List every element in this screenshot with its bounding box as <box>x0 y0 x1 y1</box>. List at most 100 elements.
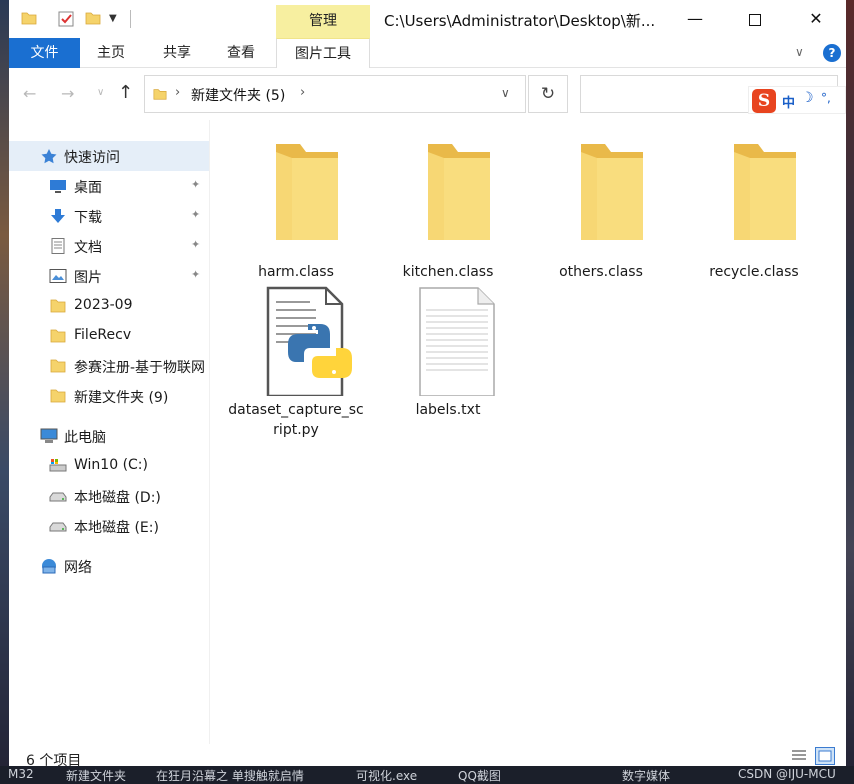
toolbar-separator <box>130 10 131 28</box>
sidebar-item-label: 桌面 <box>74 180 102 196</box>
watermark: CSDN @IJU-MCU <box>738 767 836 781</box>
taskbar-item[interactable]: 新建文件夹 <box>66 767 126 784</box>
sidebar-item-label: 网络 <box>64 560 92 576</box>
desktop-background-left <box>0 0 9 784</box>
sidebar-item-competition-folder[interactable]: 参赛注册-基于物联网 <box>9 351 209 381</box>
file-name-label: labels.txt <box>415 402 481 418</box>
refresh-button[interactable]: ↻ <box>528 75 568 113</box>
window-title: C:\Users\Administrator\Desktop\新... <box>384 12 656 30</box>
tab-view[interactable]: 查看 <box>216 38 266 68</box>
ime-language-toggle[interactable]: 中 <box>782 92 795 111</box>
customize-toolbar-dropdown-icon[interactable]: ▼ <box>109 13 117 24</box>
breadcrumb-chevron-icon[interactable]: › <box>300 85 305 100</box>
new-folder-icon[interactable] <box>85 10 101 30</box>
folder-icon <box>49 328 67 344</box>
ime-toolbar[interactable]: S 中 ☽ °, <box>748 86 846 114</box>
folder-icon <box>49 388 67 404</box>
file-item-labels-txt[interactable]: labels.txt <box>380 280 516 420</box>
file-item-others-class[interactable]: others.class <box>533 130 669 280</box>
file-name-label: harm.class <box>258 264 334 280</box>
sidebar-item-label: 参赛注册-基于物联网 <box>74 360 206 376</box>
sidebar-item-label: 新建文件夹 (9) <box>74 390 169 406</box>
tab-share[interactable]: 共享 <box>152 38 202 68</box>
large-icons-view-button[interactable] <box>815 747 835 765</box>
file-name-label: kitchen.class <box>402 264 494 280</box>
sidebar-item-drive-e[interactable]: 本地磁盘 (E:) <box>9 511 209 541</box>
properties-check-icon[interactable] <box>57 10 75 32</box>
drive-icon <box>49 488 67 504</box>
taskbar-item[interactable]: 在狂月沿幕之 单搜触就启情 <box>156 767 304 784</box>
punctuation-toggle[interactable]: °, <box>821 91 831 105</box>
folder-icon <box>153 87 167 105</box>
file-item-harm-class[interactable]: harm.class <box>228 130 364 280</box>
desktop-background-right <box>846 0 854 784</box>
file-item-dataset-capture-script[interactable]: dataset_capture_script.py <box>228 280 364 450</box>
address-bar[interactable]: › 新建文件夹 (5) › ∨ <box>144 75 526 113</box>
taskbar-item[interactable]: 数字媒体 <box>622 767 670 784</box>
network-icon <box>40 558 58 574</box>
computer-icon <box>40 428 58 444</box>
pictures-icon <box>49 268 67 284</box>
tab-picture-tools[interactable]: 图片工具 <box>276 38 370 68</box>
maximize-button[interactable] <box>725 0 785 38</box>
details-view-button[interactable] <box>789 747 809 765</box>
sidebar-item-desktop[interactable]: 桌面 ✦ <box>9 171 209 201</box>
up-button[interactable]: ↑ <box>118 82 133 103</box>
moon-icon[interactable]: ☽ <box>801 90 814 106</box>
taskbar-item[interactable]: QQ截图 <box>458 767 501 784</box>
file-name-label: others.class <box>559 264 643 280</box>
back-button[interactable]: ← <box>23 84 36 103</box>
sidebar-item-label: 图片 <box>74 270 102 286</box>
sidebar-item-label: 快速访问 <box>64 150 120 166</box>
explorer-window: ▼ 管理 C:\Users\Administrator\Desktop\新...… <box>9 0 846 769</box>
sidebar-item-pictures[interactable]: 图片 ✦ <box>9 261 209 291</box>
sidebar-item-downloads[interactable]: 下载 ✦ <box>9 201 209 231</box>
breadcrumb-current-folder[interactable]: 新建文件夹 (5) <box>191 85 285 105</box>
sidebar-item-this-pc[interactable]: 此电脑 <box>9 421 209 451</box>
sidebar-item-2023-09[interactable]: 2023-09 <box>9 291 209 321</box>
folder-icon <box>581 144 643 240</box>
file-name-label: dataset_capture_script.py <box>228 402 364 438</box>
minimize-button[interactable]: — <box>665 0 725 38</box>
folder-icon <box>276 144 338 240</box>
file-item-kitchen-class[interactable]: kitchen.class <box>380 130 516 280</box>
folder-icon <box>734 144 796 240</box>
navigation-pane: 快速访问 桌面 ✦ 下载 ✦ 文档 ✦ 图片 ✦ 2023-09 FileRec… <box>9 126 209 744</box>
taskbar: M32 新建文件夹 在狂月沿幕之 单搜触就启情 可视化.exe QQ截图 数字媒… <box>0 766 854 784</box>
folder-icon <box>428 144 490 240</box>
pin-icon[interactable]: ✦ <box>191 238 200 251</box>
expand-ribbon-icon[interactable]: ∨ <box>795 45 804 59</box>
help-icon[interactable]: ? <box>823 44 841 62</box>
sidebar-item-new-folder-9[interactable]: 新建文件夹 (9) <box>9 381 209 411</box>
pin-icon[interactable]: ✦ <box>191 178 200 191</box>
taskbar-item[interactable]: 可视化.exe <box>356 767 417 784</box>
document-icon <box>49 238 67 254</box>
sidebar-item-network[interactable]: 网络 <box>9 551 209 581</box>
sidebar-item-drive-c[interactable]: Win10 (C:) <box>9 451 209 481</box>
sidebar-item-label: 此电脑 <box>64 430 106 446</box>
recent-locations-icon[interactable]: ∨ <box>97 87 104 98</box>
folder-icon <box>49 298 67 314</box>
manage-tab[interactable]: 管理 <box>276 5 370 38</box>
quick-access-folder-icon[interactable] <box>21 10 37 30</box>
status-bar: 6 个项目 <box>9 744 846 769</box>
close-button[interactable]: ✕ <box>786 0 846 38</box>
taskbar-item[interactable]: M32 <box>8 767 34 781</box>
file-item-recycle-class[interactable]: recycle.class <box>686 130 822 280</box>
ribbon-tabs: 文件 主页 共享 查看 图片工具 ∨ ? <box>9 38 846 68</box>
address-dropdown-icon[interactable]: ∨ <box>501 86 510 100</box>
breadcrumb-separator[interactable]: › <box>175 85 180 100</box>
sidebar-item-documents[interactable]: 文档 ✦ <box>9 231 209 261</box>
forward-button[interactable]: → <box>61 84 74 103</box>
tab-file[interactable]: 文件 <box>9 38 80 68</box>
sidebar-item-filerecv[interactable]: FileRecv <box>9 321 209 351</box>
star-icon <box>40 148 58 164</box>
sidebar-item-label: 本地磁盘 (E:) <box>74 520 159 536</box>
sidebar-item-quick-access[interactable]: 快速访问 <box>9 141 209 171</box>
sidebar-item-drive-d[interactable]: 本地磁盘 (D:) <box>9 481 209 511</box>
pin-icon[interactable]: ✦ <box>191 268 200 281</box>
pin-icon[interactable]: ✦ <box>191 208 200 221</box>
sogou-logo-icon: S <box>752 89 776 113</box>
tab-home[interactable]: 主页 <box>86 38 136 68</box>
python-file-icon <box>266 286 352 396</box>
